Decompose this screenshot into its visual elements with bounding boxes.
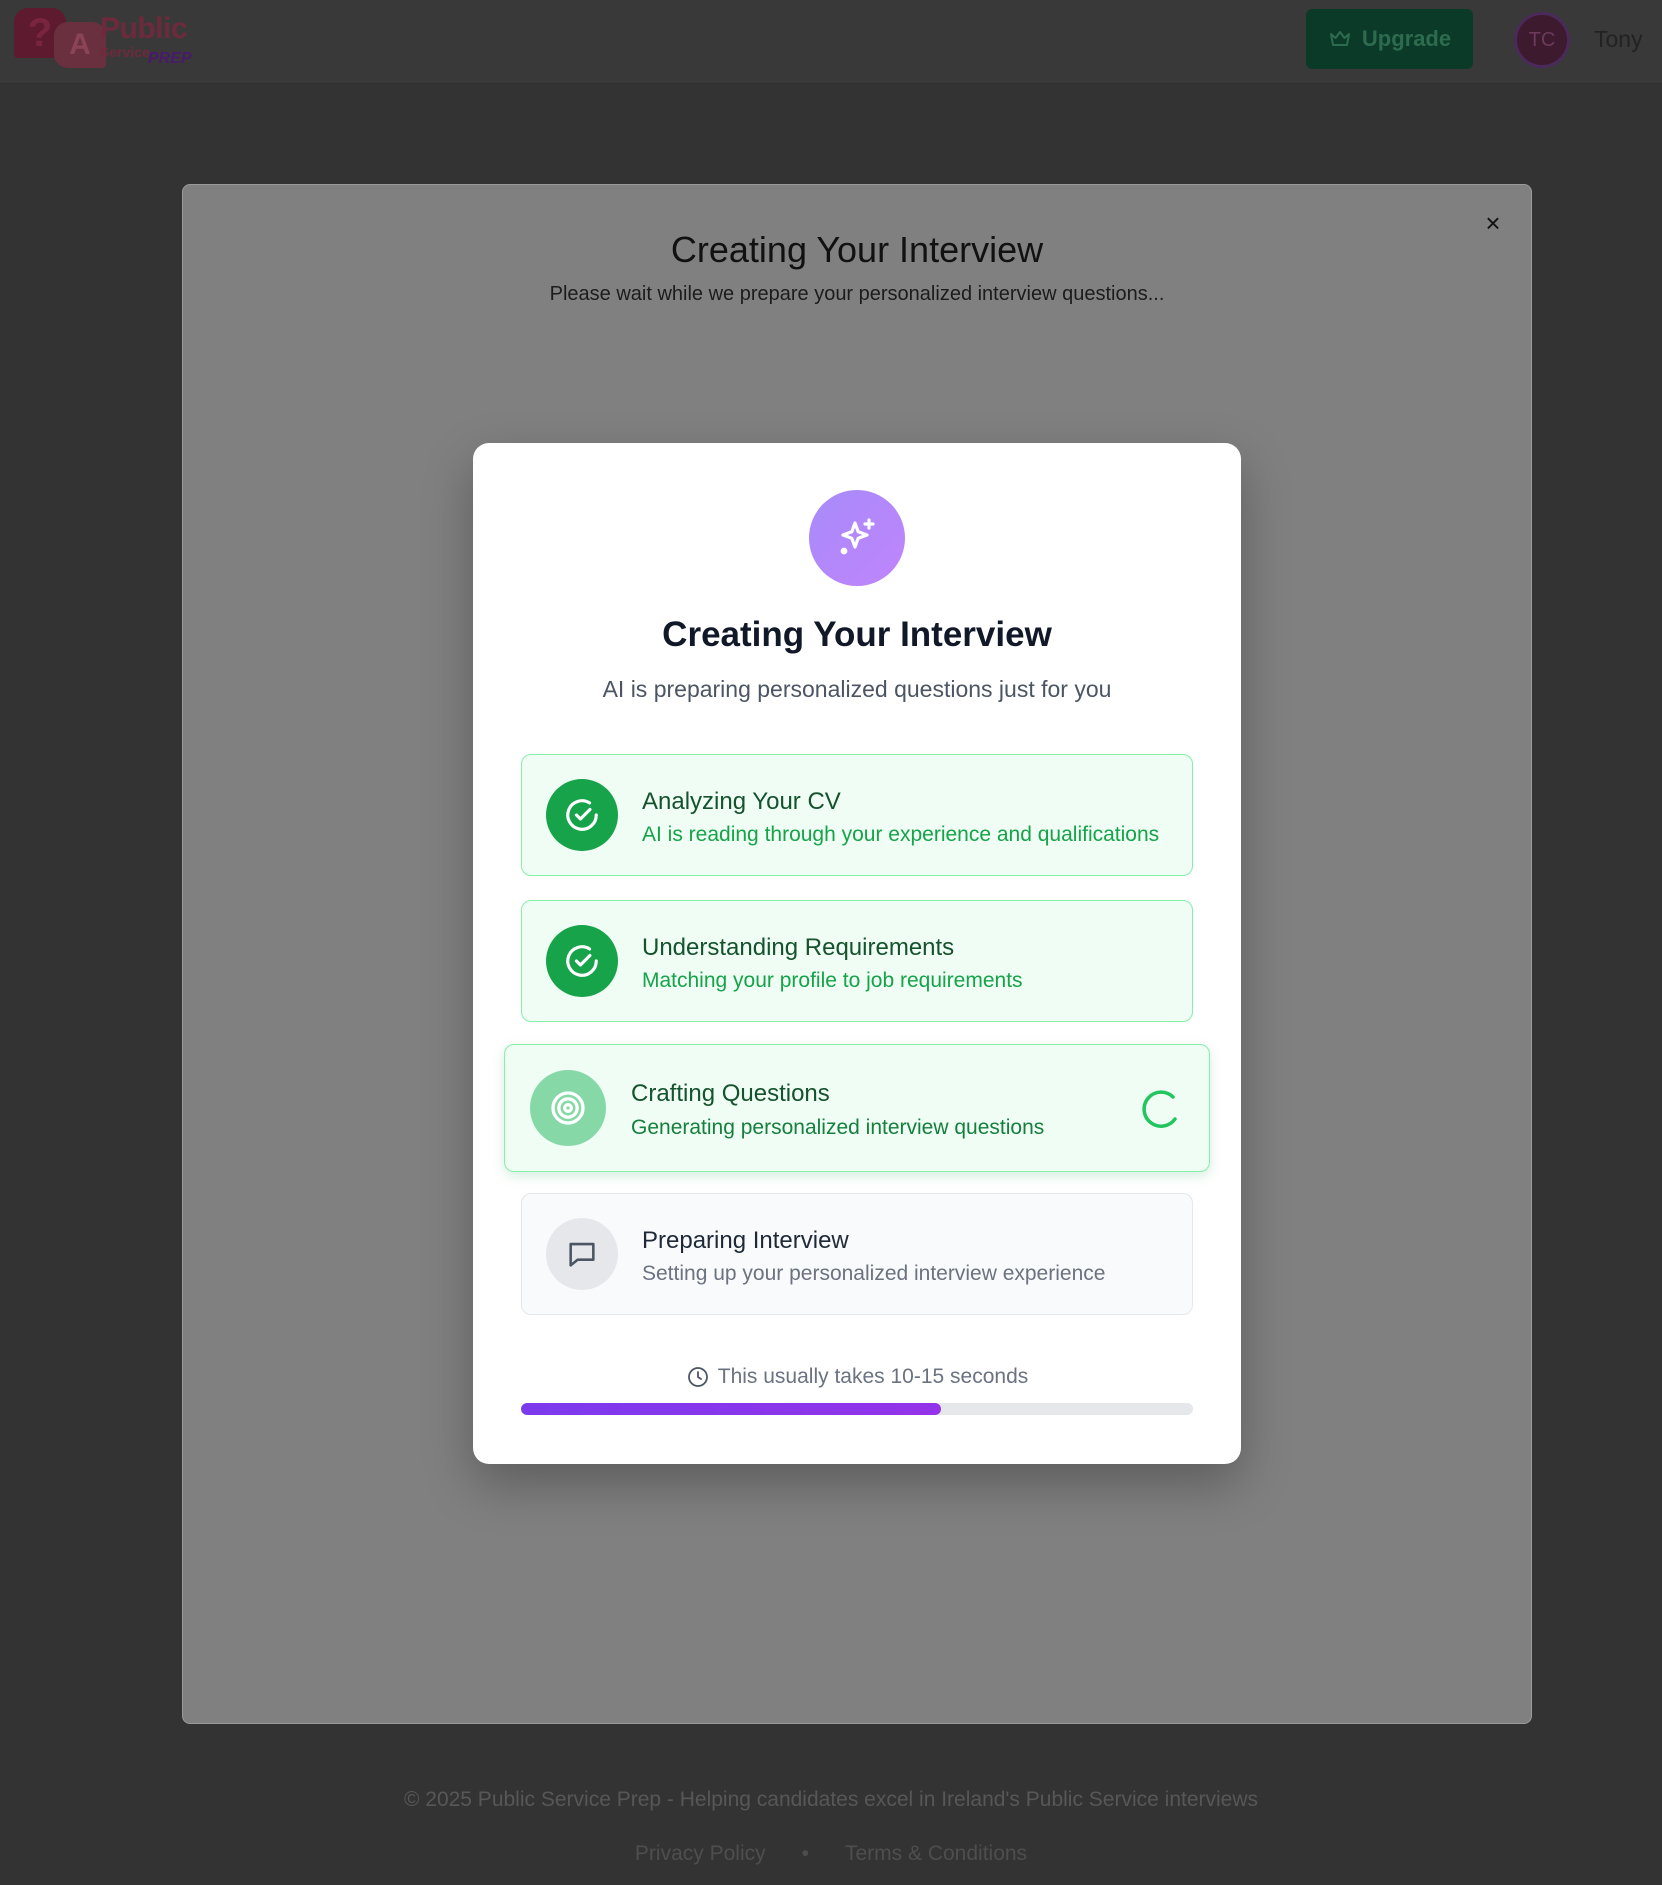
step-description: Setting up your personalized interview e…: [642, 1262, 1106, 1285]
step-title: Preparing Interview: [642, 1227, 849, 1254]
privacy-policy-link[interactable]: Privacy Policy: [635, 1842, 766, 1866]
logo-word-service: Service: [100, 44, 150, 60]
step-preparing-interview: Preparing Interview Setting up your pers…: [521, 1193, 1193, 1315]
footer-separator: •: [801, 1842, 809, 1865]
step-description: Generating personalized interview questi…: [631, 1116, 1045, 1139]
step-understanding-requirements: Understanding Requirements Matching your…: [521, 900, 1193, 1022]
step-analyzing-cv: Analyzing Your CV AI is reading through …: [521, 754, 1193, 876]
logo-word-prep: PREP: [148, 50, 192, 67]
public-service-prep-logo[interactable]: ? A Public Service PREP: [14, 8, 194, 70]
loading-spinner-icon: [1142, 1090, 1177, 1128]
step-description: AI is reading through your experience an…: [642, 823, 1160, 846]
outer-dialog-subtitle: Please wait while we prepare your person…: [549, 283, 1165, 305]
avatar[interactable]: TC: [1514, 12, 1570, 68]
footer-links: Privacy Policy • Terms & Conditions: [0, 1842, 1662, 1866]
step-title: Understanding Requirements: [642, 934, 955, 961]
duration-note: This usually takes 10-15 seconds: [473, 1365, 1241, 1389]
progress-bar: [521, 1403, 1193, 1415]
interview-creation-modal: Creating Your Interview AI is preparing …: [473, 443, 1241, 1464]
clock-icon: [687, 1367, 708, 1387]
username[interactable]: Tony: [1594, 26, 1643, 53]
check-circle-icon: [546, 925, 618, 997]
step-title: Crafting Questions: [631, 1080, 830, 1107]
outer-dialog-title: Creating Your Interview: [670, 229, 1044, 270]
terms-conditions-link[interactable]: Terms & Conditions: [845, 1842, 1027, 1866]
top-navigation-bar: ? A Public Service PREP Upgrade TC Tony: [0, 0, 1662, 84]
crown-icon: [1329, 31, 1350, 46]
close-icon[interactable]: ×: [1481, 210, 1505, 236]
step-description: Matching your profile to job requirement…: [642, 969, 1023, 992]
logo-answer-bubble-icon: A: [54, 22, 106, 68]
modal-title: Creating Your Interview: [662, 615, 1052, 654]
step-title: Analyzing Your CV: [642, 788, 841, 815]
step-crafting-questions: Crafting Questions Generating personaliz…: [504, 1044, 1210, 1172]
footer-copyright: © 2025 Public Service Prep - Helping can…: [403, 1788, 1259, 1811]
upgrade-button-label: Upgrade: [1361, 26, 1452, 51]
upgrade-button[interactable]: Upgrade: [1306, 9, 1473, 69]
progress-bar-fill: [521, 1403, 941, 1415]
sparkles-icon: [809, 490, 905, 586]
modal-subtitle: AI is preparing personalized questions j…: [602, 676, 1112, 702]
message-square-icon: [546, 1218, 618, 1290]
check-circle-icon: [546, 779, 618, 851]
target-icon: [530, 1070, 606, 1146]
logo-word-public: Public: [100, 12, 188, 45]
duration-note-text: This usually takes 10-15 seconds: [717, 1365, 1029, 1388]
